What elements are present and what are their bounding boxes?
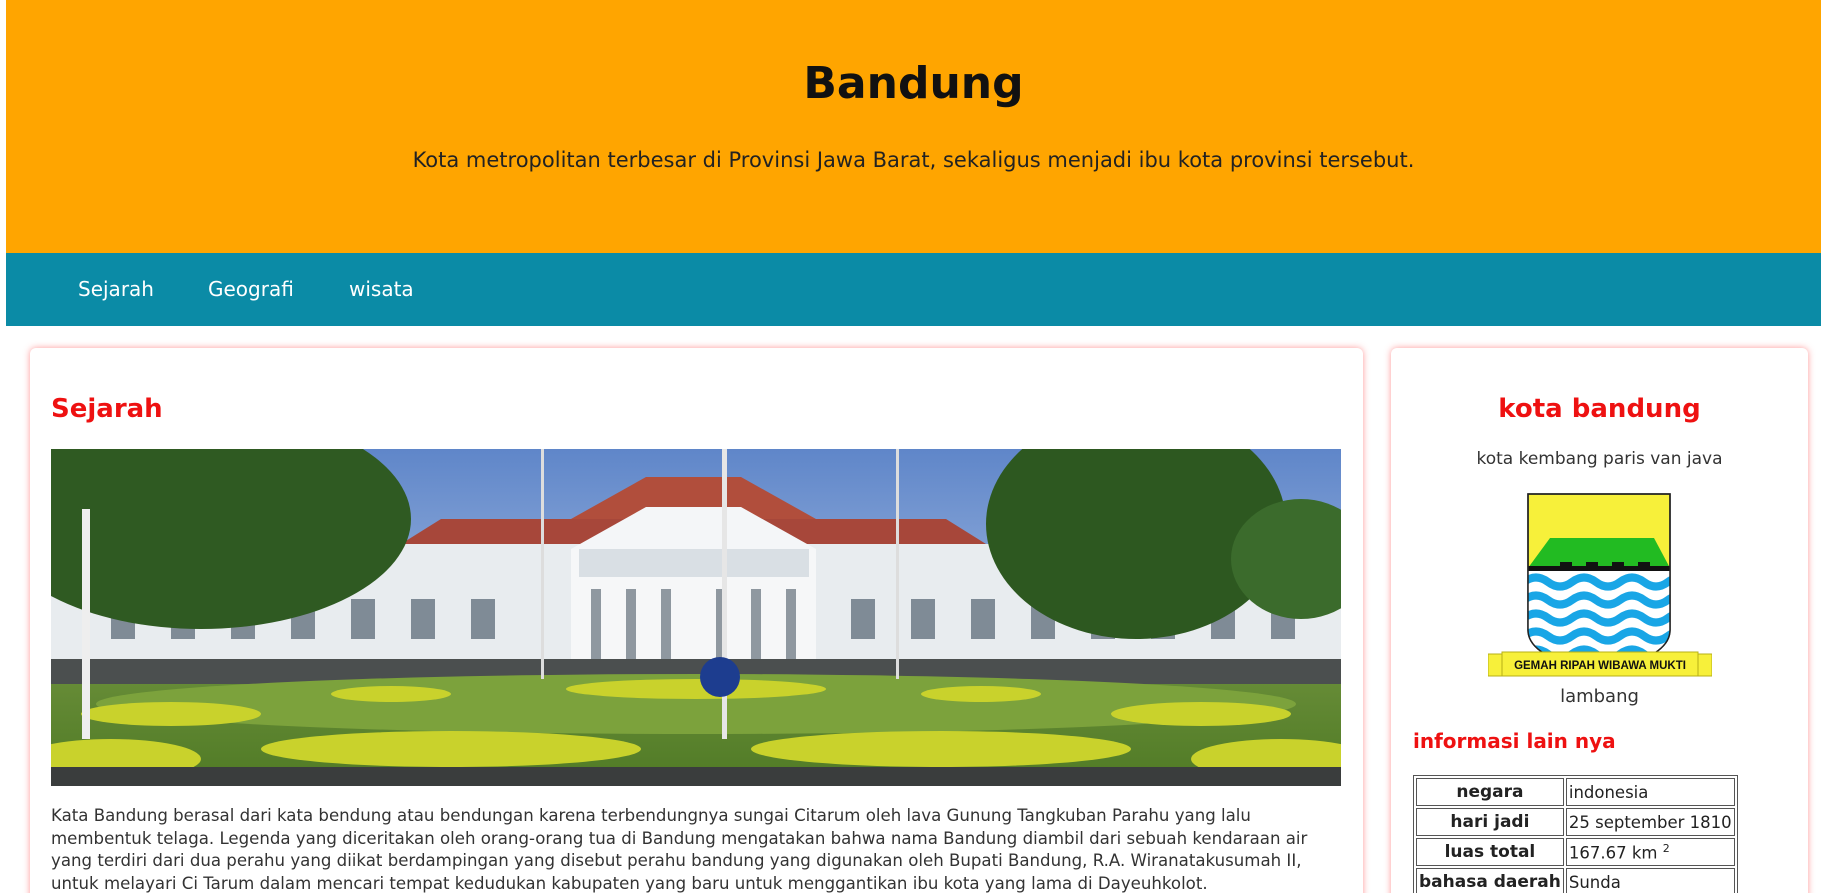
table-row: bahasa daerah Sunda xyxy=(1416,868,1735,893)
city-emblem-image: GEMAH RIPAH WIBAWA MUKTI xyxy=(1487,490,1713,694)
info-key: hari jadi xyxy=(1416,808,1564,836)
nav-link-sejarah[interactable]: Sejarah xyxy=(78,253,154,326)
table-row: luas total 167.67 km 2 xyxy=(1416,838,1735,866)
sejarah-card: Sejarah Kata Bandung berasal dari kata b… xyxy=(30,348,1363,893)
info-value: indonesia xyxy=(1565,778,1735,806)
info-key: luas total xyxy=(1416,838,1564,866)
nav-link-geografi[interactable]: Geografi xyxy=(208,253,294,326)
info-value-superscript: 2 xyxy=(1662,841,1670,855)
nav-link-wisata[interactable]: wisata xyxy=(349,253,414,326)
sejarah-paragraph: Kata Bandung berasal dari kata bendung a… xyxy=(51,806,1308,893)
table-row: negara indonesia xyxy=(1416,778,1735,806)
info-value: Sunda xyxy=(1565,868,1735,893)
info-title: informasi lain nya xyxy=(1413,729,1616,753)
info-value: 25 september 1810 xyxy=(1565,808,1735,836)
site-title: Bandung xyxy=(803,58,1024,109)
gedung-sate-photo xyxy=(51,449,1341,786)
sidebar-title: kota bandung xyxy=(1498,394,1701,424)
info-value-cell: 167.67 km 2 xyxy=(1565,838,1735,866)
section-title: Sejarah xyxy=(51,394,163,424)
sidebar-tagline: kota kembang paris van java xyxy=(1476,449,1723,469)
page: Bandung Kota metropolitan terbesar di Pr… xyxy=(0,0,1821,893)
emblem-caption: lambang xyxy=(1560,686,1639,707)
info-table: negara indonesia hari jadi 25 september … xyxy=(1413,775,1738,893)
emblem-motto: GEMAH RIPAH WIBAWA MUKTI xyxy=(1514,660,1686,672)
site-subtitle: Kota metropolitan terbesar di Provinsi J… xyxy=(412,148,1415,172)
info-value: 167.67 km xyxy=(1568,843,1658,863)
main-nav: Sejarah Geografi wisata xyxy=(6,253,1821,326)
info-key: negara xyxy=(1416,778,1564,806)
table-row: hari jadi 25 september 1810 xyxy=(1416,808,1735,836)
site-header: Bandung Kota metropolitan terbesar di Pr… xyxy=(6,0,1821,253)
info-key: bahasa daerah xyxy=(1416,868,1564,893)
sidebar-card: kota bandung kota kembang paris van java xyxy=(1391,348,1808,893)
